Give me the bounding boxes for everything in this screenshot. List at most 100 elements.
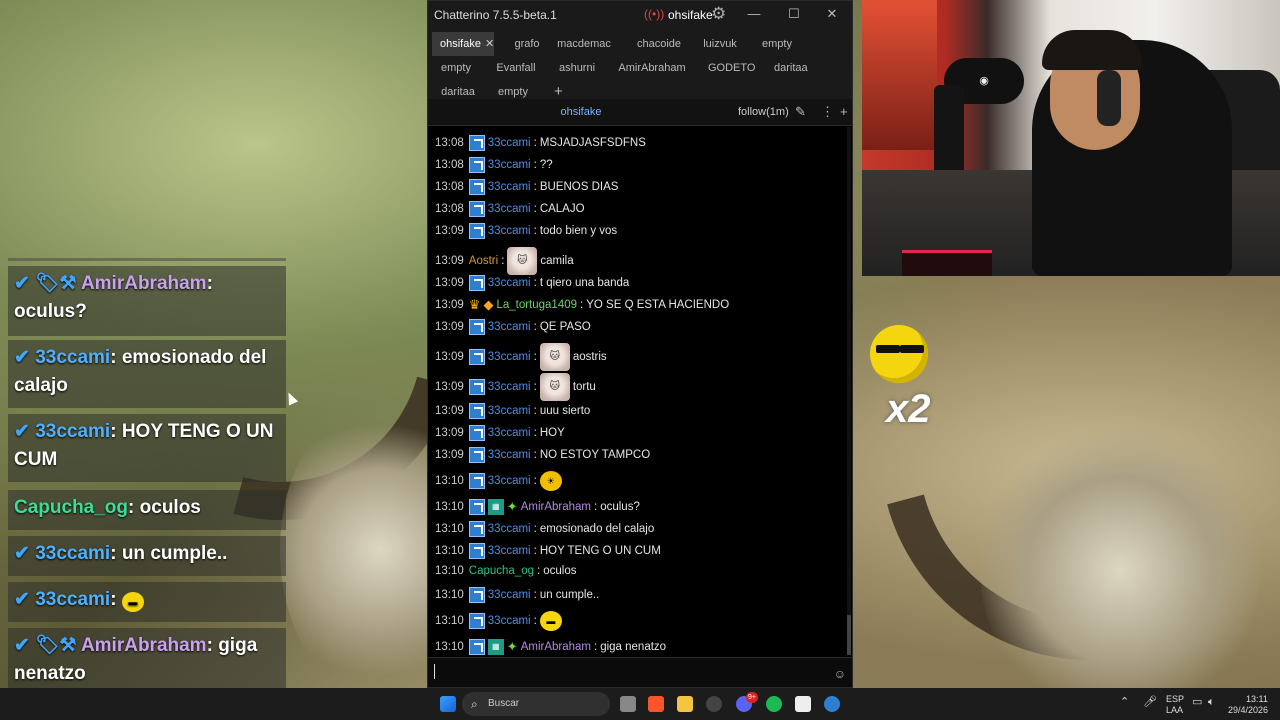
- chat-message[interactable]: 13:09 Aostri: 🐱︎ camila: [435, 247, 574, 275]
- chat-message[interactable]: 13:08 33ccami:??: [435, 157, 553, 173]
- subscriber-badge-icon[interactable]: [468, 403, 485, 419]
- chat-message[interactable]: 13:08 33ccami: BUENOS DIAS: [435, 179, 618, 195]
- message-list[interactable]: 13:08 33ccami: MSJADJASFSDFNS 13:08 33ccami:…: [428, 127, 846, 655]
- emoji-icon[interactable]: ☺: [834, 667, 846, 681]
- file-explorer-icon[interactable]: [677, 696, 693, 712]
- gear-icon[interactable]: ⚙: [711, 4, 726, 24]
- brave-browser-icon[interactable]: [648, 696, 664, 712]
- subscriber-badge-icon[interactable]: [468, 379, 485, 395]
- subscriber-badge-icon[interactable]: [468, 349, 485, 365]
- message-username[interactable]: 33ccami: [488, 449, 531, 461]
- message-username[interactable]: 33ccami: [488, 225, 531, 237]
- tab-ohsifake[interactable]: ohsifake ✕: [432, 32, 494, 56]
- subscriber-badge-icon[interactable]: [468, 447, 485, 463]
- message-username[interactable]: 33ccami: [488, 321, 531, 333]
- cat-emote-icon[interactable]: 🐱︎: [539, 373, 570, 401]
- message-username[interactable]: 33ccami: [488, 405, 531, 417]
- speaker-icon[interactable]: 🔈︎: [1208, 697, 1215, 708]
- follow-mode[interactable]: follow(1m): [738, 106, 789, 118]
- clock-time[interactable]: 13:11: [1246, 695, 1268, 704]
- chevron-up-icon[interactable]: ⌃: [1120, 697, 1129, 708]
- message-username[interactable]: La_tortuga1409: [496, 299, 577, 311]
- message-username[interactable]: 33ccami: [488, 159, 531, 171]
- tab-evanfall[interactable]: Evanfall: [488, 56, 544, 80]
- subscriber-badge-icon[interactable]: [468, 499, 485, 515]
- message-username[interactable]: Aostri: [469, 255, 498, 267]
- subscriber-badge-icon[interactable]: [468, 521, 485, 537]
- split-channel-name[interactable]: ohsifake: [428, 106, 734, 118]
- subscriber-badge-icon[interactable]: [468, 639, 485, 655]
- chat-message[interactable]: 13:09 ♛ ◆ La_tortuga1409: YO SE Q ESTA HACIE…: [435, 297, 729, 313]
- sun-emote-icon[interactable]: ☀: [539, 471, 562, 491]
- dc-app-icon[interactable]: [795, 696, 811, 712]
- message-username[interactable]: 33ccami: [488, 615, 531, 627]
- sparkle-badge-icon[interactable]: ✦: [507, 499, 518, 515]
- language-code[interactable]: ESP: [1166, 695, 1184, 704]
- maximize-icon[interactable]: ☐: [784, 6, 804, 22]
- cat-emote-icon[interactable]: 🐱︎: [539, 343, 570, 371]
- tab-empty[interactable]: empty: [754, 32, 798, 56]
- microphone-icon[interactable]: 🎤︎: [1143, 697, 1157, 708]
- subscriber-badge-icon[interactable]: [468, 157, 485, 173]
- message-username[interactable]: 33ccami: [488, 181, 531, 193]
- tab-chacoide[interactable]: chacoide: [624, 32, 694, 56]
- message-username[interactable]: 33ccami: [488, 203, 531, 215]
- tab-grafo[interactable]: grafo: [506, 32, 548, 56]
- minimize-icon[interactable]: —: [744, 6, 764, 21]
- message-username[interactable]: 33ccami: [488, 523, 531, 535]
- tab-luizvuk[interactable]: luizvuk: [694, 32, 746, 56]
- more-icon[interactable]: ⋮: [821, 104, 834, 120]
- message-username[interactable]: 33ccami: [488, 137, 531, 149]
- subscriber-badge-icon[interactable]: [468, 425, 485, 441]
- live-user[interactable]: ohsifake: [668, 8, 713, 22]
- tab-empty[interactable]: empty: [432, 56, 480, 80]
- chat-message[interactable]: 13:10 Capucha_og: oculos: [435, 565, 576, 577]
- tab-macdemac[interactable]: macdemac: [548, 32, 620, 56]
- chat-message[interactable]: 13:10 33ccami: emosionado del calajo: [435, 521, 654, 537]
- subscriber-badge-icon[interactable]: [468, 201, 485, 217]
- chat-message[interactable]: 13:09 33ccami: todo bien y vos: [435, 223, 617, 239]
- message-username[interactable]: 33ccami: [488, 545, 531, 557]
- chat-message[interactable]: 13:08 33ccami: MSJADJASFSDFNS: [435, 135, 646, 151]
- windows-start-icon[interactable]: [440, 696, 456, 712]
- tab-godeto[interactable]: GODETO: [700, 56, 760, 80]
- chat-message[interactable]: 13:09 33ccami: uuu sierto: [435, 403, 590, 419]
- gift-box-badge-icon[interactable]: ◆: [483, 297, 493, 313]
- chat-message[interactable]: 13:08 33ccami: CALAJO: [435, 201, 585, 217]
- chat-message[interactable]: 13:10 ▦ ✦ AmirAbraham: oculus?: [435, 499, 640, 515]
- add-split-icon[interactable]: +: [840, 104, 848, 119]
- subscriber-badge-icon[interactable]: [468, 223, 485, 239]
- subscriber-badge-icon[interactable]: [468, 275, 485, 291]
- chat-message[interactable]: 13:09 33ccami: 🐱︎ aostris: [435, 343, 607, 371]
- message-input[interactable]: ☺: [428, 657, 852, 687]
- monitor-icon[interactable]: ▭: [1192, 697, 1202, 708]
- subscriber-badge-icon[interactable]: [468, 319, 485, 335]
- tab-ashurni[interactable]: ashurni: [550, 56, 604, 80]
- chat-message[interactable]: 13:10 33ccami: un cumple..: [435, 587, 599, 603]
- cat-emote-icon[interactable]: 🐱︎: [507, 247, 538, 275]
- chat-message[interactable]: 13:10 ▦ ✦ AmirAbraham: giga nenatzo: [435, 639, 666, 655]
- subscriber-badge-icon[interactable]: [468, 179, 485, 195]
- chat-message[interactable]: 13:09 33ccami: t qiero una banda: [435, 275, 629, 291]
- message-username[interactable]: 33ccami: [488, 351, 531, 363]
- taskbar-search[interactable]: ⌕ Buscar: [462, 692, 610, 716]
- message-username[interactable]: 33ccami: [488, 589, 531, 601]
- close-tab-icon[interactable]: ✕: [485, 38, 494, 50]
- channel-badge-icon[interactable]: ▦: [487, 499, 504, 515]
- message-username[interactable]: 33ccami: [488, 381, 531, 393]
- task-view-icon[interactable]: [620, 696, 636, 712]
- tab-amirabraham[interactable]: AmirAbraham: [610, 56, 694, 80]
- message-username[interactable]: AmirAbraham: [521, 501, 591, 513]
- message-username[interactable]: 33ccami: [488, 277, 531, 289]
- scrollbar-thumb[interactable]: [847, 615, 851, 655]
- subscriber-badge-icon[interactable]: [468, 543, 485, 559]
- message-username[interactable]: Capucha_og: [469, 565, 534, 577]
- message-username[interactable]: AmirAbraham: [521, 641, 591, 653]
- crown-badge-icon[interactable]: ♛: [469, 297, 481, 313]
- message-username[interactable]: 33ccami: [488, 427, 531, 439]
- pencil-icon[interactable]: ✎: [795, 104, 806, 120]
- chat-message[interactable]: 13:10 33ccami: HOY TENG O UN CUM: [435, 543, 661, 559]
- message-username[interactable]: 33ccami: [488, 475, 531, 487]
- title-bar[interactable]: Chatterino 7.5.5-beta.1 ((•)) ohsifake ⚙…: [428, 1, 852, 29]
- scrollbar[interactable]: [847, 127, 851, 655]
